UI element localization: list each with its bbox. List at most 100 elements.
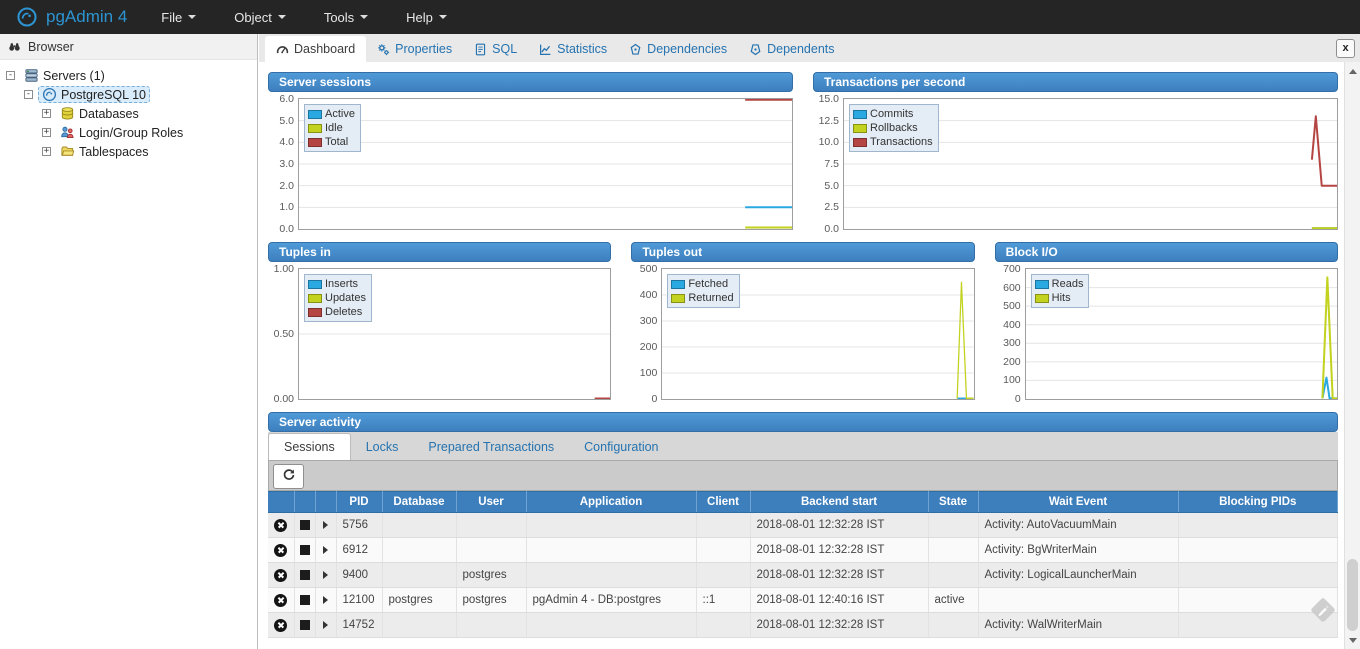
caret-down-icon [188, 15, 196, 23]
activity-tab-sessions[interactable]: Sessions [268, 433, 351, 460]
column-header-backend-start[interactable]: Backend start [750, 492, 928, 513]
stop-query-button-icon [300, 520, 310, 530]
y-tick-label: 400 [640, 289, 658, 301]
y-tick-label: 2.5 [824, 201, 839, 213]
caret-down-icon [439, 15, 447, 23]
chart-panel-server-sessions: Server sessions6.05.04.03.02.01.00.0Acti… [268, 72, 793, 230]
cell-application [526, 513, 696, 538]
column-header-wait-event[interactable]: Wait Event [978, 492, 1178, 513]
stop-query-button[interactable] [294, 588, 315, 613]
legend-swatch [1035, 294, 1049, 303]
stop-query-button-icon [300, 620, 310, 630]
legend-swatch [853, 138, 867, 147]
expand-box-icon[interactable]: + [42, 147, 51, 156]
tree-item-login-group-roles[interactable]: + Login/Group Roles [0, 123, 257, 142]
activity-tab-configuration[interactable]: Configuration [569, 434, 673, 460]
activity-tab-locks[interactable]: Locks [351, 434, 414, 460]
vertical-scrollbar[interactable] [1344, 62, 1360, 649]
app-logo: pgAdmin 4 [16, 6, 127, 28]
cancel-query-button[interactable] [268, 613, 294, 638]
activity-tab-prepared-transactions[interactable]: Prepared Transactions [413, 434, 569, 460]
column-header-cancel[interactable] [268, 492, 294, 513]
y-tick-label: 0.00 [274, 393, 294, 405]
column-header-pid[interactable]: PID [336, 492, 382, 513]
tab-dashboard[interactable]: Dashboard [265, 36, 366, 62]
panel-close-button[interactable]: x [1336, 39, 1355, 58]
column-header-user[interactable]: User [456, 492, 526, 513]
tab-sql[interactable]: SQL [463, 36, 528, 62]
column-header-client[interactable]: Client [696, 492, 750, 513]
refresh-icon [282, 468, 296, 485]
menu-object[interactable]: Object [234, 10, 286, 25]
menu-file[interactable]: File [161, 10, 196, 25]
tree-item-servers-1[interactable]: -Servers (1) [0, 66, 257, 85]
column-header-database[interactable]: Database [382, 492, 456, 513]
cancel-query-button[interactable] [268, 538, 294, 563]
row-expand-button[interactable] [315, 538, 336, 563]
tab-bar: DashboardPropertiesSQLStatisticsDependen… [259, 34, 1360, 62]
collapse-box-icon[interactable]: - [6, 71, 15, 80]
stop-query-button[interactable] [294, 563, 315, 588]
column-header-state[interactable]: State [928, 492, 978, 513]
cell-application [526, 538, 696, 563]
legend-swatch [308, 110, 322, 119]
binoculars-icon [8, 40, 21, 53]
stop-query-button-icon [300, 570, 310, 580]
y-tick-label: 200 [640, 341, 658, 353]
stop-query-button[interactable] [294, 513, 315, 538]
refresh-button[interactable] [273, 464, 304, 489]
tab-properties[interactable]: Properties [366, 36, 463, 62]
row-expand-button[interactable] [315, 613, 336, 638]
y-axis-ticks: 6.05.04.03.02.01.00.0 [268, 98, 298, 230]
table-row: 69122018-08-01 12:32:28 ISTActivity: BgW… [268, 538, 1338, 563]
cell-client [696, 563, 750, 588]
legend-label: Idle [325, 122, 343, 134]
stop-query-button[interactable] [294, 538, 315, 563]
legend-swatch [853, 110, 867, 119]
tab-statistics[interactable]: Statistics [528, 36, 618, 62]
chart-body: 1.000.500.00InsertsUpdatesDeletes [268, 268, 611, 400]
column-header-blocking-pids[interactable]: Blocking PIDs [1178, 492, 1338, 513]
tree-node[interactable]: Tablespaces [56, 143, 153, 160]
y-tick-label: 4.0 [279, 136, 294, 148]
cancel-query-button[interactable] [268, 563, 294, 588]
legend-label: Active [325, 108, 355, 120]
cancel-query-button[interactable] [268, 513, 294, 538]
server-activity-toolbar [268, 460, 1338, 491]
expand-box-icon[interactable]: + [42, 109, 51, 118]
y-axis-ticks: 5004003002001000 [631, 268, 661, 400]
tree-item-postgresql-10[interactable]: - PostgreSQL 10 [0, 85, 257, 104]
menu-tools[interactable]: Tools [324, 10, 368, 25]
tree-item-tablespaces[interactable]: + Tablespaces [0, 142, 257, 161]
tree-node[interactable]: Databases [56, 105, 143, 122]
row-expand-button-icon [323, 621, 328, 629]
column-header-expand[interactable] [315, 492, 336, 513]
scroll-up-arrow[interactable] [1345, 64, 1360, 78]
tree-node[interactable]: Servers (1) [20, 67, 109, 84]
row-expand-button[interactable] [315, 563, 336, 588]
scroll-down-arrow[interactable] [1345, 633, 1360, 647]
collapse-box-icon[interactable]: - [24, 90, 33, 99]
stop-query-button[interactable] [294, 613, 315, 638]
tree-node[interactable]: Login/Group Roles [56, 124, 187, 141]
tab-dependents[interactable]: Dependents [738, 36, 845, 62]
row-expand-button-icon [323, 596, 328, 604]
sessions-table-header-row: PIDDatabaseUserApplicationClientBackend … [268, 492, 1338, 513]
column-header-application[interactable]: Application [526, 492, 696, 513]
row-expand-button[interactable] [315, 513, 336, 538]
menu-help[interactable]: Help [406, 10, 447, 25]
cancel-query-button[interactable] [268, 588, 294, 613]
cell-application: pgAdmin 4 - DB:postgres [526, 588, 696, 613]
tree-item-label: PostgreSQL 10 [61, 88, 146, 102]
databases-icon [60, 106, 75, 121]
column-header-stop[interactable] [294, 492, 315, 513]
tree-item-databases[interactable]: + Databases [0, 104, 257, 123]
chart-legend: FetchedReturned [667, 274, 739, 308]
y-tick-label: 3.0 [279, 158, 294, 170]
scrollbar-thumb[interactable] [1347, 559, 1358, 631]
row-expand-button[interactable] [315, 588, 336, 613]
tab-dependencies[interactable]: Dependencies [618, 36, 738, 62]
expand-box-icon[interactable]: + [42, 128, 51, 137]
tree-node-selected[interactable]: PostgreSQL 10 [38, 86, 150, 103]
chart-body: 15.012.510.07.55.02.50.0CommitsRollbacks… [813, 98, 1338, 230]
